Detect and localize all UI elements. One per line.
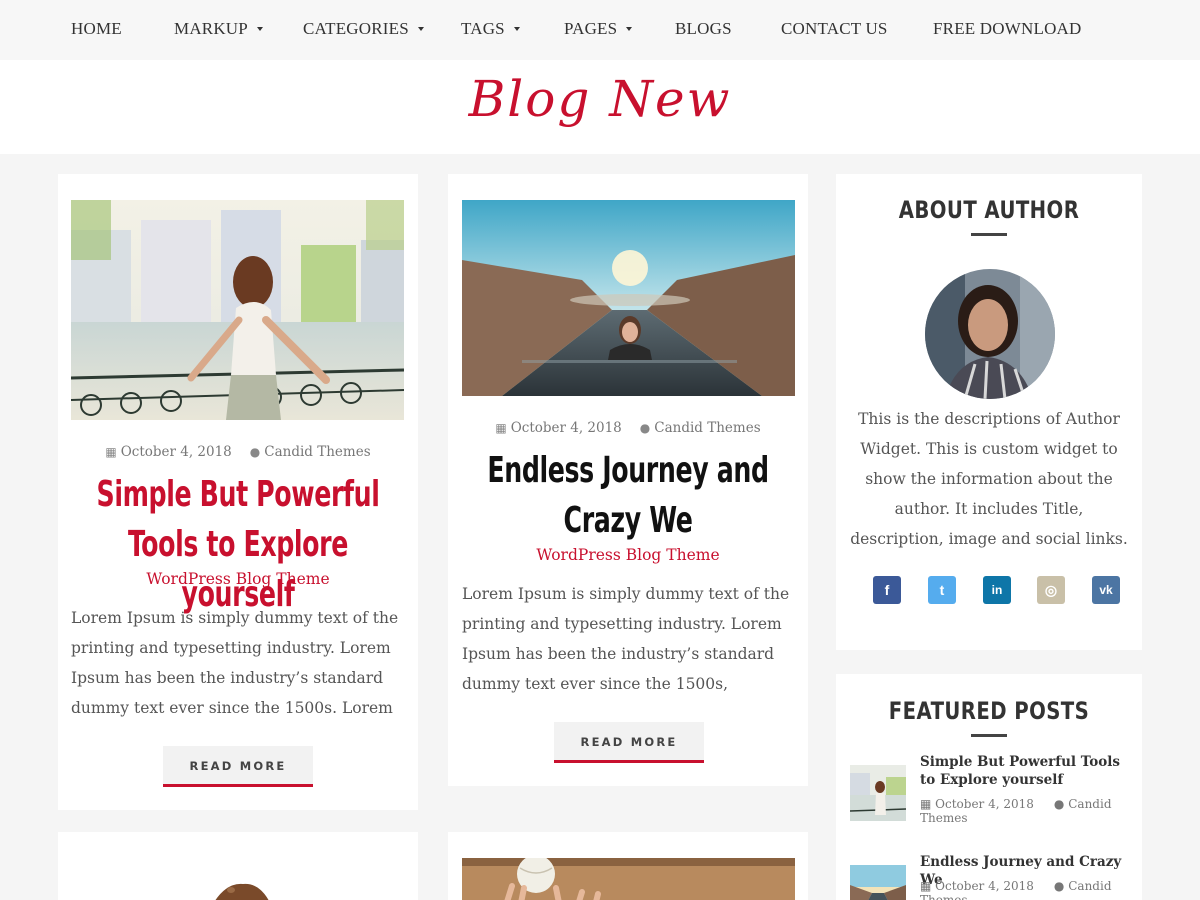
post-thumbnail-image <box>462 858 795 900</box>
facebook-icon[interactable]: f <box>873 576 901 604</box>
post-card <box>58 832 418 900</box>
post-card: ▦ October 4, 2018 ● Candid Themes Endless J… <box>448 174 808 786</box>
twitter-icon[interactable]: t <box>928 576 956 604</box>
calendar-icon: ▦ <box>105 445 117 459</box>
featured-posts-widget: FEATURED POSTS Simple But Powerful Tools… <box>836 674 1142 900</box>
nav-item-label: HOME <box>71 19 122 38</box>
nav-item-blogs[interactable]: BLOGS <box>675 19 732 39</box>
nav-item-free-download[interactable]: FREE DOWNLOAD <box>933 19 1082 39</box>
post-meta: ▦ October 4, 2018 ● Candid Themes <box>58 444 418 460</box>
post-card: ▦ October 4, 2018 ● Candid Themes Simple Bu… <box>58 174 418 810</box>
nav-item-label: MARKUP <box>174 19 248 38</box>
post-thumbnail-woman-in-water[interactable] <box>462 200 795 396</box>
user-icon: ● <box>249 445 261 459</box>
site-title[interactable]: Blog New <box>0 70 1200 128</box>
instagram-icon[interactable]: ◎ <box>1037 576 1065 604</box>
post-date[interactable]: October 4, 2018 <box>121 444 232 460</box>
facebook-glyph: f <box>884 582 890 598</box>
main-navigation: HOME MARKUP CATEGORIES TAGS PAGES BLOGS … <box>0 0 1200 60</box>
caret-down-icon <box>626 27 633 32</box>
calendar-icon: ▦ <box>495 421 507 435</box>
featured-post-date[interactable]: October 4, 2018 <box>935 797 1034 811</box>
post-category[interactable]: WordPress Blog Theme <box>58 570 418 588</box>
nav-item-label: BLOGS <box>675 19 732 38</box>
featured-thumb-woman-by-lake <box>850 765 906 821</box>
post-thumbnail-volleyball[interactable] <box>462 858 795 900</box>
user-icon: ● <box>1053 879 1065 893</box>
featured-thumb-woman-in-water <box>850 865 906 900</box>
post-thumbnail-image <box>462 200 795 396</box>
featured-post-thumbnail[interactable] <box>850 865 906 900</box>
nav-item-pages[interactable]: PAGES <box>564 19 633 39</box>
author-avatar <box>925 269 1055 399</box>
read-more-button[interactable]: READ MORE <box>163 746 313 787</box>
linkedin-glyph: in <box>991 583 1003 597</box>
post-card <box>448 832 808 900</box>
user-icon: ● <box>639 421 651 435</box>
calendar-icon: ▦ <box>920 879 932 893</box>
caret-down-icon <box>513 27 520 32</box>
nav-item-label: CATEGORIES <box>303 19 409 38</box>
post-category[interactable]: WordPress Blog Theme <box>448 546 808 564</box>
caret-down-icon <box>417 27 424 32</box>
post-excerpt: Lorem Ipsum is simply dummy text of the … <box>462 585 790 693</box>
post-excerpt: Lorem Ipsum is simply dummy text of the … <box>71 609 399 717</box>
calendar-icon: ▦ <box>920 797 932 811</box>
title-underline <box>971 233 1007 236</box>
post-title[interactable]: Simple But Powerful Tools to Explore you… <box>90 470 386 620</box>
author-description: This is the descriptions of Author Widge… <box>850 410 1128 548</box>
widget-title: ABOUT AUTHOR <box>898 196 1080 224</box>
nav-item-label: FREE DOWNLOAD <box>933 19 1082 38</box>
instagram-glyph: ◎ <box>1044 582 1058 598</box>
caret-down-icon <box>256 27 263 32</box>
nav-item-categories[interactable]: CATEGORIES <box>303 19 424 39</box>
title-underline <box>971 734 1007 737</box>
post-thumbnail-image <box>71 858 404 900</box>
vk-icon[interactable]: vk <box>1092 576 1120 604</box>
site-header: Blog New <box>0 60 1200 154</box>
read-more-button[interactable]: READ MORE <box>554 722 704 763</box>
post-author[interactable]: Candid Themes <box>654 420 760 436</box>
post-meta: ▦ October 4, 2018 ● Candid Themes <box>448 420 808 436</box>
author-avatar-image <box>925 269 1055 399</box>
featured-post-title[interactable]: Simple But Powerful Tools to Explore you… <box>920 753 1130 789</box>
post-author[interactable]: Candid Themes <box>264 444 370 460</box>
featured-post-meta: ▦ October 4, 2018 ● Candid Themes <box>920 879 1130 900</box>
widget-title: FEATURED POSTS <box>888 697 1090 725</box>
nav-item-home[interactable]: HOME <box>71 19 122 39</box>
post-thumbnail-woman-by-lake[interactable] <box>71 200 404 420</box>
vk-glyph: vk <box>1099 583 1113 597</box>
post-thumbnail-hat[interactable] <box>71 858 404 900</box>
nav-item-markup[interactable]: MARKUP <box>174 19 263 39</box>
linkedin-icon[interactable]: in <box>983 576 1011 604</box>
nav-item-label: TAGS <box>461 19 505 38</box>
twitter-glyph: t <box>939 582 945 598</box>
nav-item-contact-us[interactable]: CONTACT US <box>781 19 888 39</box>
post-title[interactable]: Endless Journey and Crazy We <box>480 446 776 546</box>
about-author-widget: ABOUT AUTHOR This is the descriptions of… <box>836 174 1142 650</box>
nav-item-label: CONTACT US <box>781 19 888 38</box>
post-thumbnail-image <box>71 200 404 420</box>
nav-item-label: PAGES <box>564 19 618 38</box>
user-icon: ● <box>1053 797 1065 811</box>
featured-post-date[interactable]: October 4, 2018 <box>935 879 1034 893</box>
post-date[interactable]: October 4, 2018 <box>511 420 622 436</box>
featured-post-meta: ▦ October 4, 2018 ● Candid Themes <box>920 797 1130 825</box>
nav-item-tags[interactable]: TAGS <box>461 19 520 39</box>
featured-post-thumbnail[interactable] <box>850 765 906 821</box>
